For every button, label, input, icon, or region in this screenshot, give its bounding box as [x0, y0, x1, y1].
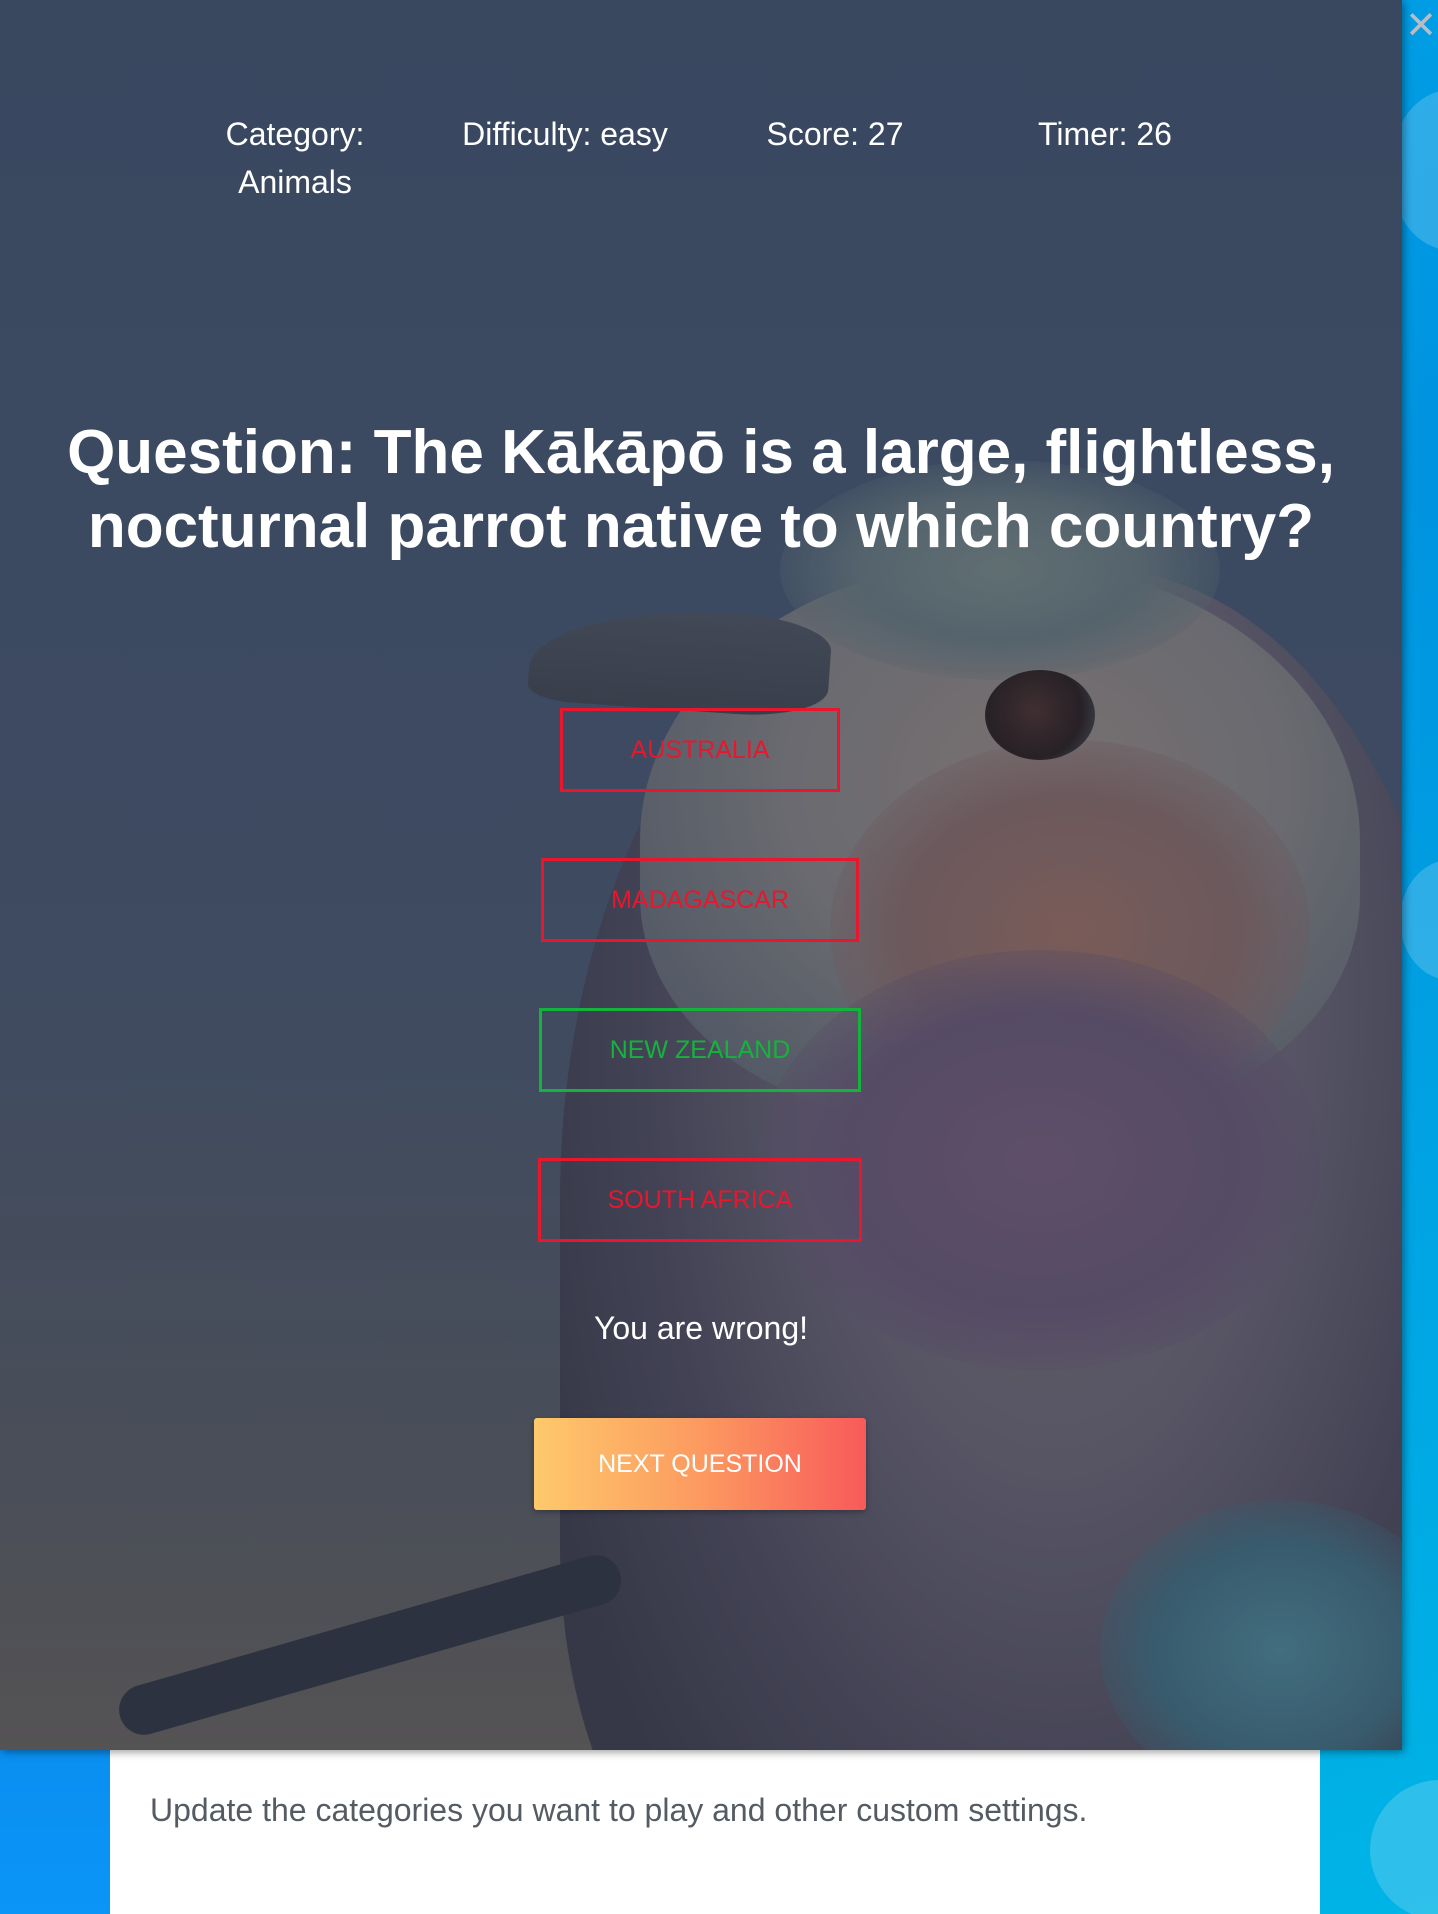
quiz-modal: Category: Animals Difficulty: easy Score… — [0, 0, 1402, 1750]
answer-south-africa[interactable]: SOUTH AFRICA — [538, 1158, 862, 1242]
feedback-message: You are wrong! — [593, 1310, 809, 1346]
decor-bubble — [1400, 860, 1438, 980]
timer-stat: Timer: 26 — [1038, 116, 1172, 152]
settings-panel: Update the categories you want to play a… — [110, 1748, 1320, 1914]
difficulty-stat: Difficulty: easy — [462, 116, 668, 152]
decor-bubble — [1370, 1780, 1438, 1914]
answer-new-zealand[interactable]: NEW ZEALAND — [539, 1008, 861, 1092]
score-stat: Score: 27 — [766, 116, 904, 152]
answer-australia[interactable]: AUSTRALIA — [560, 708, 840, 792]
category-stat: Category: Animals — [225, 116, 365, 200]
page: Update the categories you want to play a… — [0, 0, 1438, 1914]
answer-madagascar[interactable]: MADAGASCAR — [541, 858, 859, 942]
left-strip — [0, 1748, 110, 1914]
settings-description: Update the categories you want to play a… — [150, 1792, 1088, 1828]
close-icon[interactable]: ✕ — [1404, 6, 1438, 44]
question-text: Question: The Kākāpō is a large, flightl… — [67, 418, 1335, 561]
next-question-button[interactable]: NEXT QUESTION — [534, 1418, 866, 1510]
